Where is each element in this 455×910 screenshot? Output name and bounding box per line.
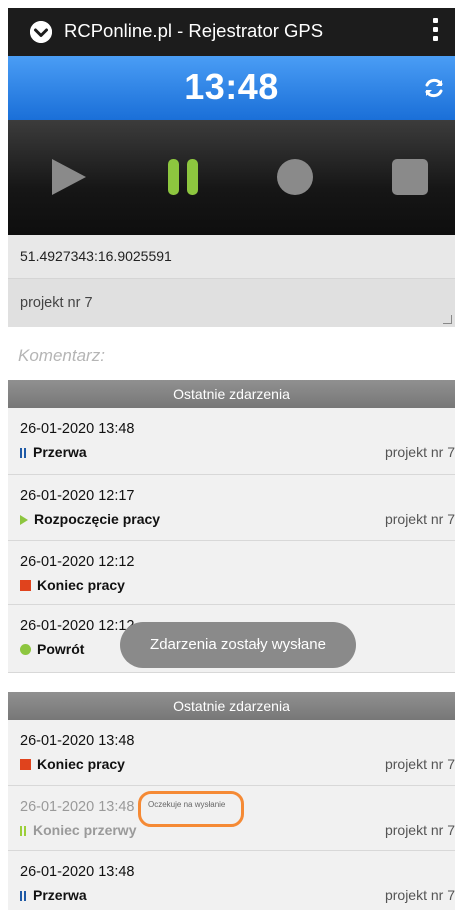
- pause-icon: [20, 448, 27, 458]
- pause-button[interactable]: [166, 159, 200, 200]
- events-list-header: Ostatnie zdarzenia: [8, 692, 455, 720]
- play-icon: [52, 159, 86, 195]
- event-project: projekt nr 7: [384, 822, 455, 838]
- app-title-bar: RCPonline.pl - Rejestrator GPS: [8, 8, 455, 56]
- resize-grip-icon: [443, 315, 452, 324]
- event-row[interactable]: 26-01-2020 12:17 Rozpoczęcie pracy proje…: [8, 475, 455, 541]
- current-time: 13:48: [184, 66, 279, 107]
- highlight-annotation: [138, 791, 244, 827]
- event-row[interactable]: 26-01-2020 13:48 Koniec pracy projekt nr…: [8, 720, 455, 786]
- event-type: Koniec przerwy: [20, 822, 136, 838]
- toast-message: Zdarzenia zostały wysłane: [120, 622, 356, 668]
- project-value: projekt nr 7: [20, 295, 93, 311]
- refresh-icon[interactable]: [422, 76, 446, 100]
- recorder-controls: [8, 120, 455, 235]
- event-project: projekt nr 7: [384, 511, 455, 527]
- pause-icon: [168, 159, 198, 195]
- event-row-pending[interactable]: 26-01-2020 13:48 Koniec przerwy Oczekuje…: [8, 786, 455, 851]
- event-type: Przerwa: [20, 444, 87, 460]
- event-row[interactable]: 26-01-2020 13:48 Przerwa projekt nr 7: [8, 851, 455, 910]
- event-date: 26-01-2020 12:12: [20, 618, 135, 634]
- event-date: 26-01-2020 12:17: [20, 488, 135, 504]
- clock-bar: 13:48: [8, 56, 455, 120]
- event-date: 26-01-2020 13:48: [20, 421, 135, 437]
- event-type: Przerwa: [20, 887, 87, 903]
- gps-coordinates: 51.4927343:16.9025591: [8, 235, 455, 279]
- project-field[interactable]: projekt nr 7: [8, 279, 455, 327]
- coordinates-value: 51.4927343:16.9025591: [20, 248, 172, 264]
- event-type: Powrót: [20, 641, 84, 657]
- stop-icon: [20, 759, 31, 770]
- app-logo-icon: [30, 21, 52, 43]
- pause-icon: [20, 891, 27, 901]
- record-icon: [277, 159, 313, 195]
- play-icon: [20, 515, 28, 525]
- overflow-menu-icon[interactable]: [428, 18, 442, 46]
- event-project: projekt nr 7: [384, 444, 455, 460]
- event-date: 26-01-2020 13:48: [20, 864, 135, 880]
- dot-icon: [20, 644, 31, 655]
- event-project: projekt nr 7: [384, 756, 455, 772]
- event-date: 26-01-2020 12:12: [20, 554, 135, 570]
- event-row[interactable]: 26-01-2020 13:48 Przerwa projekt nr 7: [8, 408, 455, 475]
- stop-button[interactable]: [392, 159, 428, 200]
- events-list-header: Ostatnie zdarzenia: [8, 380, 455, 408]
- event-date: 26-01-2020 13:48: [20, 799, 135, 815]
- record-button[interactable]: [276, 158, 314, 201]
- event-date: 26-01-2020 13:48: [20, 733, 135, 749]
- play-button[interactable]: [52, 159, 86, 200]
- pause-icon: [20, 826, 27, 836]
- event-type: Rozpoczęcie pracy: [20, 511, 160, 527]
- comment-input[interactable]: Komentarz:: [18, 346, 105, 366]
- stop-icon: [392, 159, 428, 195]
- event-type: Koniec pracy: [20, 577, 125, 593]
- event-project: projekt nr 7: [384, 887, 455, 903]
- stop-icon: [20, 580, 31, 591]
- event-type: Koniec pracy: [20, 756, 125, 772]
- app-title: RCPonline.pl - Rejestrator GPS: [64, 20, 324, 41]
- event-row[interactable]: 26-01-2020 12:12 Koniec pracy: [8, 541, 455, 605]
